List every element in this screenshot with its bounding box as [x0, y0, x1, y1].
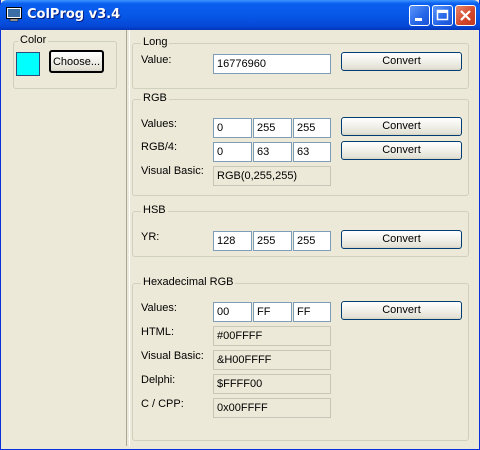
hex-html-value: #00FFFF	[213, 326, 331, 346]
minimize-icon	[415, 18, 422, 21]
maximize-icon	[436, 9, 449, 21]
hsb-convert-button[interactable]: Convert	[341, 230, 462, 249]
hsb-b-field[interactable]: 255	[293, 231, 331, 251]
rgb-values-label: Values:	[141, 118, 177, 130]
hex-delphi-value: $FFFF00	[213, 374, 331, 394]
hex-values-label: Values:	[141, 302, 177, 314]
hex-vb-value: &H00FFFF	[213, 350, 331, 370]
title-bar[interactable]: ColProg v3.4	[0, 0, 480, 30]
hex-cpp-value: 0x00FFFF	[213, 398, 331, 418]
pane-divider[interactable]	[126, 30, 130, 446]
hex-g-field[interactable]: FF	[253, 302, 292, 322]
rgb-convert-button[interactable]: Convert	[341, 117, 462, 136]
rgb-r-field[interactable]: 0	[213, 118, 252, 138]
rgb-g-field[interactable]: 255	[253, 118, 292, 138]
rgb-group: RGB Values: 0 255 255 Convert RGB/4: 0 6…	[132, 92, 469, 196]
rgb-b-field[interactable]: 255	[293, 118, 331, 138]
rgb-group-title: RGB	[141, 92, 169, 104]
hsb-group: HSB YR: 128 255 255 Convert	[132, 204, 469, 257]
hsb-s-field[interactable]: 255	[253, 231, 292, 251]
close-icon	[460, 10, 471, 21]
left-pane: Color Choose...	[8, 34, 125, 446]
long-convert-button[interactable]: Convert	[341, 52, 462, 71]
hsb-h-field[interactable]: 128	[213, 231, 252, 251]
hex-cpp-label: C / CPP:	[141, 398, 184, 410]
hex-b-field[interactable]: FF	[293, 302, 331, 322]
hsb-yr-label: YR:	[141, 231, 160, 243]
hex-convert-button[interactable]: Convert	[341, 301, 462, 320]
hex-r-field[interactable]: 00	[213, 302, 252, 322]
app-icon	[6, 7, 22, 22]
hsb-group-title: HSB	[141, 204, 168, 216]
rgb4-g-field[interactable]: 63	[253, 142, 292, 162]
rgb4-r-field[interactable]: 0	[213, 142, 252, 162]
color-group-title: Color	[18, 34, 49, 46]
rgb4-b-field[interactable]: 63	[293, 142, 331, 162]
hex-vb-label: Visual Basic:	[141, 350, 204, 362]
long-value-label: Value:	[141, 54, 172, 66]
hex-delphi-label: Delphi:	[141, 374, 176, 386]
long-value-field[interactable]: 16776960	[213, 54, 331, 74]
close-button[interactable]	[455, 5, 476, 26]
hex-group-title: Hexadecimal RGB	[141, 276, 236, 288]
rgb-vb-value: RGB(0,255,255)	[213, 166, 331, 186]
maximize-button[interactable]	[432, 5, 453, 26]
client-area: Color Choose... Long Value: 16776960 Con…	[4, 30, 476, 446]
app-window: ColProg v3.4 Color Choose... Long Value:…	[0, 0, 480, 450]
rgb4-label: RGB/4:	[141, 141, 178, 153]
minimize-button[interactable]	[409, 5, 430, 26]
hex-html-label: HTML:	[141, 326, 174, 338]
rgb4-convert-button[interactable]: Convert	[341, 141, 462, 160]
hex-group: Hexadecimal RGB Values: 00 FF FF Convert…	[132, 276, 469, 441]
choose-button[interactable]: Choose...	[49, 50, 104, 73]
color-group: Color Choose...	[13, 34, 117, 89]
long-group-title: Long	[141, 36, 170, 48]
rgb-vb-label: Visual Basic:	[141, 165, 204, 177]
color-swatch	[16, 52, 40, 76]
window-title: ColProg v3.4	[27, 7, 121, 22]
long-group: Long Value: 16776960 Convert	[132, 36, 469, 89]
